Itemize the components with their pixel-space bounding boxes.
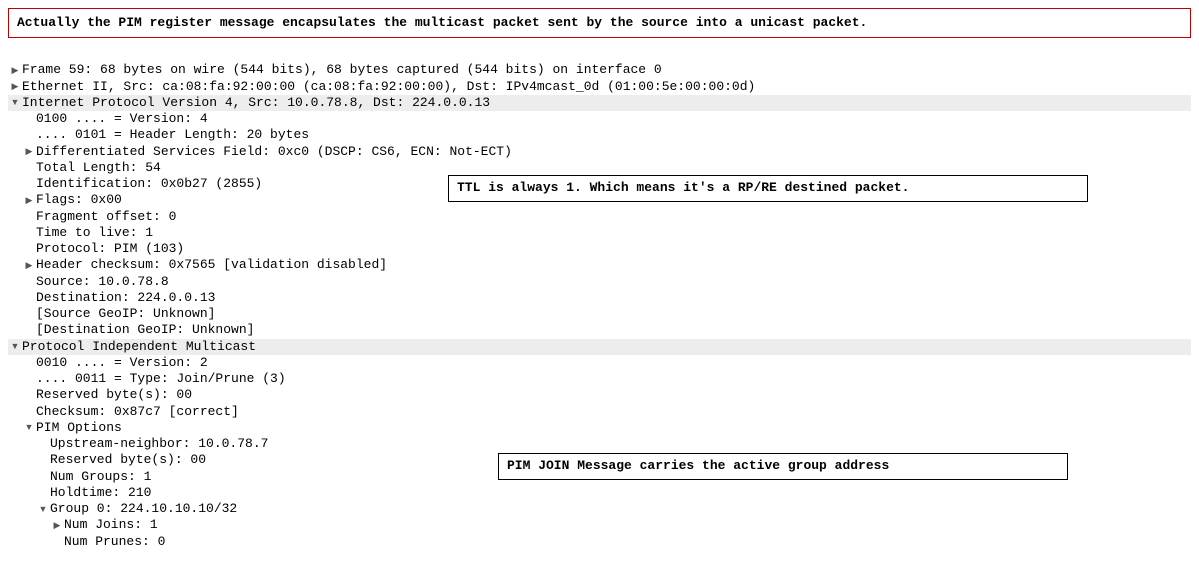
row-frame[interactable]: ▶ Frame 59: 68 bytes on wire (544 bits),… bbox=[8, 62, 1191, 78]
row-pim-type[interactable]: .... 0011 = Type: Join/Prune (3) bbox=[8, 371, 1191, 387]
row-ip-version[interactable]: 0100 .... = Version: 4 bbox=[8, 111, 1191, 127]
row-ip-header-text: Internet Protocol Version 4, Src: 10.0.7… bbox=[22, 95, 490, 111]
callout-ttl: TTL is always 1. Which means it's a RP/R… bbox=[448, 175, 1088, 201]
chevron-down-icon[interactable]: ▼ bbox=[36, 504, 50, 515]
row-pim-group0-text: Group 0: 224.10.10.10/32 bbox=[50, 501, 237, 517]
row-eth[interactable]: ▶ Ethernet II, Src: ca:08:fa:92:00:00 (c… bbox=[8, 79, 1191, 95]
row-ip-dst[interactable]: Destination: 224.0.0.13 bbox=[8, 290, 1191, 306]
row-ip-fragoff[interactable]: Fragment offset: 0 bbox=[8, 209, 1191, 225]
row-ip-dsfield[interactable]: ▶ Differentiated Services Field: 0xc0 (D… bbox=[8, 144, 1191, 160]
row-pim-header[interactable]: ▼ Protocol Independent Multicast bbox=[8, 339, 1191, 355]
chevron-right-icon[interactable]: ▶ bbox=[22, 260, 36, 271]
row-pim-options-text: PIM Options bbox=[36, 420, 122, 436]
row-ip-dstgeo[interactable]: [Destination GeoIP: Unknown] bbox=[8, 322, 1191, 338]
row-pim-group0[interactable]: ▼ Group 0: 224.10.10.10/32 bbox=[8, 501, 1191, 517]
row-ip-hlen[interactable]: .... 0101 = Header Length: 20 bytes bbox=[8, 127, 1191, 143]
row-ip-srcgeo[interactable]: [Source GeoIP: Unknown] bbox=[8, 306, 1191, 322]
row-ip-cksum[interactable]: ▶ Header checksum: 0x7565 [validation di… bbox=[8, 257, 1191, 273]
row-ip-dsfield-text: Differentiated Services Field: 0xc0 (DSC… bbox=[36, 144, 512, 160]
chevron-right-icon[interactable]: ▶ bbox=[22, 195, 36, 206]
row-pim-numjoins-text: Num Joins: 1 bbox=[64, 517, 158, 533]
row-ip-tlen[interactable]: Total Length: 54 bbox=[8, 160, 1191, 176]
row-ip-ttl[interactable]: Time to live: 1 bbox=[8, 225, 1191, 241]
callout-pimjoin: PIM JOIN Message carries the active grou… bbox=[498, 453, 1068, 479]
chevron-down-icon[interactable]: ▼ bbox=[8, 341, 22, 352]
row-pim-options[interactable]: ▼ PIM Options bbox=[8, 420, 1191, 436]
chevron-down-icon[interactable]: ▼ bbox=[22, 422, 36, 433]
packet-dump: ▶ Frame 59: 68 bytes on wire (544 bits),… bbox=[8, 62, 1191, 550]
row-ip-src[interactable]: Source: 10.0.78.8 bbox=[8, 274, 1191, 290]
chevron-right-icon[interactable]: ▶ bbox=[50, 520, 64, 531]
row-ip-proto[interactable]: Protocol: PIM (103) bbox=[8, 241, 1191, 257]
row-eth-text: Ethernet II, Src: ca:08:fa:92:00:00 (ca:… bbox=[22, 79, 755, 95]
row-pim-numjoins[interactable]: ▶ Num Joins: 1 bbox=[8, 517, 1191, 533]
chevron-right-icon[interactable]: ▶ bbox=[8, 81, 22, 92]
row-pim-cksum[interactable]: Checksum: 0x87c7 [correct] bbox=[8, 404, 1191, 420]
row-ip-flags-text: Flags: 0x00 bbox=[36, 192, 122, 208]
row-frame-text: Frame 59: 68 bytes on wire (544 bits), 6… bbox=[22, 62, 662, 78]
row-ip-header[interactable]: ▼ Internet Protocol Version 4, Src: 10.0… bbox=[8, 95, 1191, 111]
row-pim-upstream[interactable]: Upstream-neighbor: 10.0.78.7 bbox=[8, 436, 1191, 452]
row-pim-version[interactable]: 0010 .... = Version: 2 bbox=[8, 355, 1191, 371]
row-pim-holdtime[interactable]: Holdtime: 210 bbox=[8, 485, 1191, 501]
row-pim-numprunes[interactable]: Num Prunes: 0 bbox=[8, 534, 1191, 550]
chevron-down-icon[interactable]: ▼ bbox=[8, 97, 22, 108]
row-ip-cksum-text: Header checksum: 0x7565 [validation disa… bbox=[36, 257, 387, 273]
top-annotation: Actually the PIM register message encaps… bbox=[8, 8, 1191, 38]
row-pim-reserved[interactable]: Reserved byte(s): 00 bbox=[8, 387, 1191, 403]
chevron-right-icon[interactable]: ▶ bbox=[8, 65, 22, 76]
chevron-right-icon[interactable]: ▶ bbox=[22, 146, 36, 157]
row-pim-header-text: Protocol Independent Multicast bbox=[22, 339, 256, 355]
